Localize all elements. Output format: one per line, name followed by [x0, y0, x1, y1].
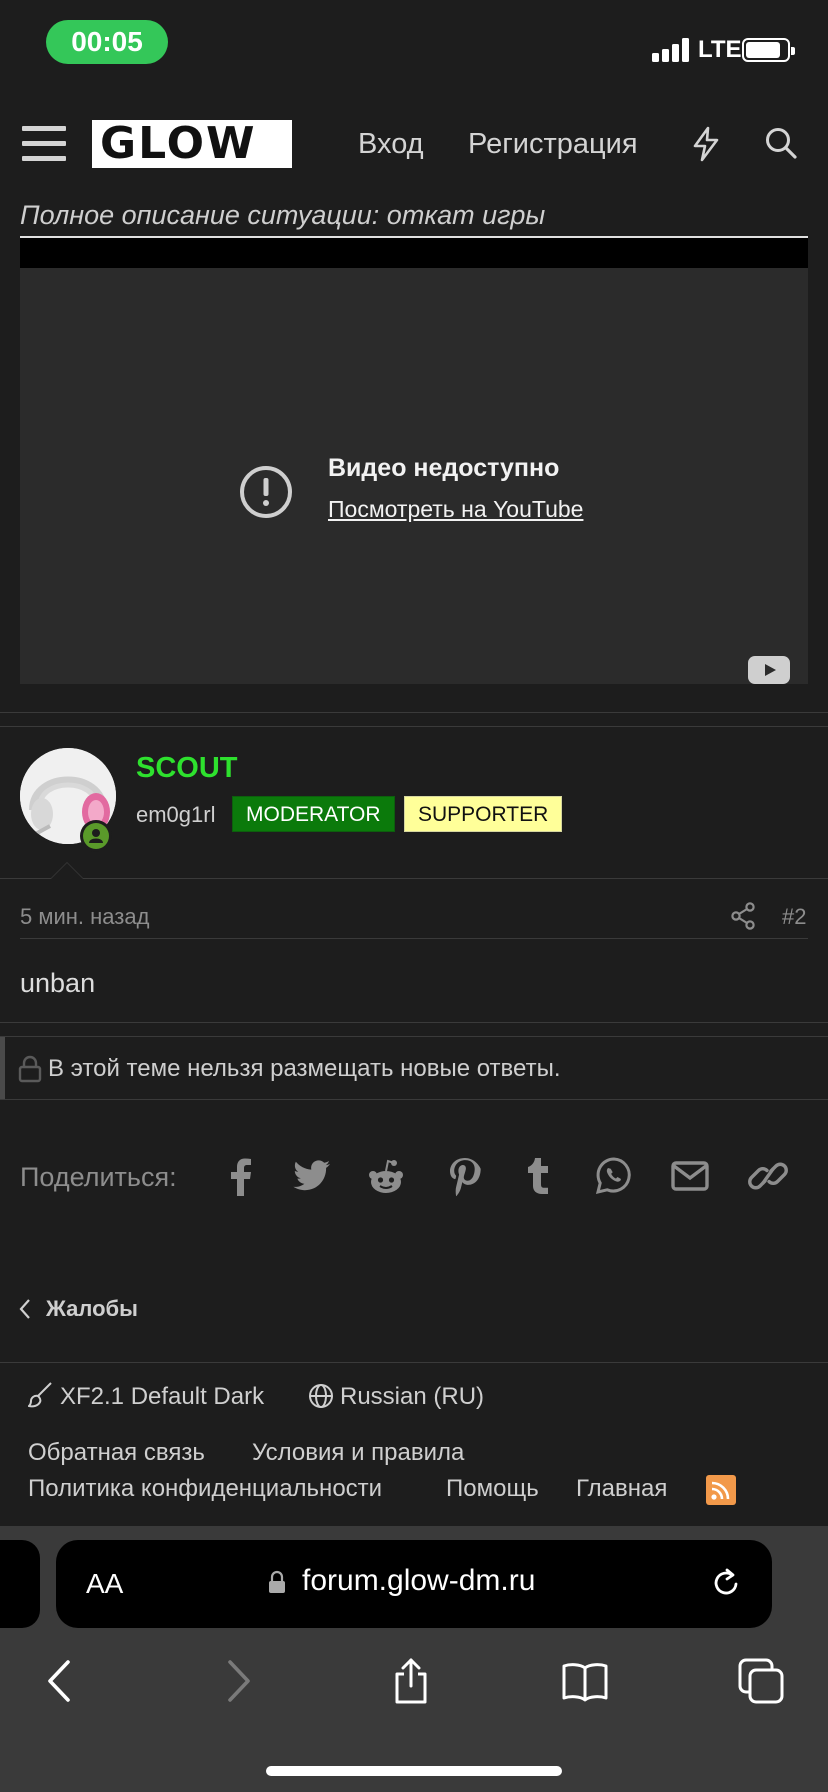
share-icon[interactable] — [730, 902, 756, 930]
text-size-button[interactable]: AA — [86, 1568, 123, 1600]
video-unavailable-text: Видео недоступно — [328, 454, 560, 482]
post-body: unban — [20, 968, 96, 998]
email-icon[interactable] — [670, 1154, 710, 1198]
url-text[interactable]: forum.glow-dm.ru — [302, 1564, 535, 1598]
language-chooser-link[interactable]: Russian (RU) — [340, 1383, 484, 1411]
rss-icon[interactable] — [706, 1475, 736, 1505]
share-sheet-icon[interactable] — [386, 1656, 436, 1706]
home-indicator[interactable] — [266, 1766, 562, 1776]
network-label: LTE — [698, 36, 742, 63]
post-description: Полное описание ситуации: откат игры — [20, 200, 546, 230]
login-link[interactable]: Вход — [358, 128, 424, 161]
watch-on-youtube-link[interactable]: Посмотреть на YouTube — [328, 496, 583, 523]
breadcrumb-label: Жалобы — [46, 1296, 138, 1321]
footer-link-feedback[interactable]: Обратная связь — [28, 1439, 205, 1467]
back-icon[interactable] — [36, 1656, 86, 1706]
twitter-icon[interactable] — [292, 1154, 332, 1198]
footer-link-privacy[interactable]: Политика конфиденциальности — [28, 1475, 382, 1503]
share-label: Поделиться: — [20, 1162, 177, 1192]
pinterest-icon[interactable] — [444, 1154, 484, 1198]
post-time[interactable]: 5 мин. назад — [20, 904, 149, 930]
menu-icon[interactable] — [22, 124, 66, 164]
divider — [0, 1022, 828, 1023]
post-number[interactable]: #2 — [782, 904, 806, 930]
video-top-bar — [20, 238, 808, 268]
whatsapp-icon[interactable] — [594, 1154, 634, 1198]
register-link[interactable]: Регистрация — [468, 128, 638, 161]
battery-icon — [742, 38, 795, 62]
divider — [0, 878, 828, 879]
locked-notice: В этой теме нельзя размещать новые ответ… — [0, 1036, 828, 1100]
paint-brush-icon — [28, 1382, 52, 1408]
username[interactable]: SCOUT — [136, 752, 238, 785]
signal-icon — [652, 38, 692, 62]
browser-toolbar: AA forum.glow-dm.ru — [0, 1526, 828, 1792]
divider — [0, 726, 828, 727]
site-header: GLOW Вход Регистрация — [0, 88, 828, 200]
divider — [20, 938, 808, 939]
alert-circle-icon — [240, 466, 292, 518]
facebook-icon[interactable] — [220, 1154, 260, 1198]
footer-link-home[interactable]: Главная — [576, 1475, 667, 1503]
style-chooser-link[interactable]: XF2.1 Default Dark — [60, 1383, 264, 1411]
reddit-icon[interactable] — [366, 1154, 406, 1198]
video-embed[interactable]: Видео недоступно Посмотреть на YouTube — [20, 236, 808, 684]
supporter-badge: SUPPORTER — [404, 796, 563, 832]
bookmarks-icon[interactable] — [560, 1656, 610, 1706]
divider — [0, 712, 828, 713]
locked-notice-text: В этой теме нельзя размещать новые ответ… — [48, 1055, 561, 1082]
moderator-badge: MODERATOR — [232, 796, 395, 832]
address-bar[interactable]: AA forum.glow-dm.ru — [56, 1540, 772, 1628]
footer-link-terms[interactable]: Условия и правила — [252, 1439, 464, 1467]
tumblr-icon[interactable] — [518, 1154, 558, 1198]
post-pointer — [50, 862, 84, 879]
forward-icon[interactable] — [212, 1656, 262, 1706]
user-title: em0g1rl — [136, 802, 216, 827]
link-icon[interactable] — [748, 1154, 788, 1198]
tabs-icon[interactable] — [736, 1656, 786, 1706]
online-status-icon — [80, 820, 112, 852]
footer: XF2.1 Default Dark Russian (RU) Обратная… — [0, 1362, 828, 1526]
lock-icon — [269, 1570, 285, 1593]
status-time[interactable]: 00:05 — [46, 20, 168, 64]
search-icon[interactable] — [764, 126, 798, 160]
status-bar: 00:05 LTE — [0, 0, 828, 88]
chevron-left-icon — [19, 1299, 30, 1319]
footer-link-help[interactable]: Помощь — [446, 1475, 539, 1503]
previous-tab-preview[interactable] — [0, 1540, 40, 1628]
lock-icon — [18, 1055, 42, 1083]
reload-icon[interactable] — [710, 1566, 742, 1600]
globe-icon — [309, 1384, 333, 1408]
whats-new-bolt-icon[interactable] — [690, 126, 722, 162]
youtube-icon[interactable] — [748, 656, 790, 684]
site-logo[interactable]: GLOW — [92, 120, 292, 168]
